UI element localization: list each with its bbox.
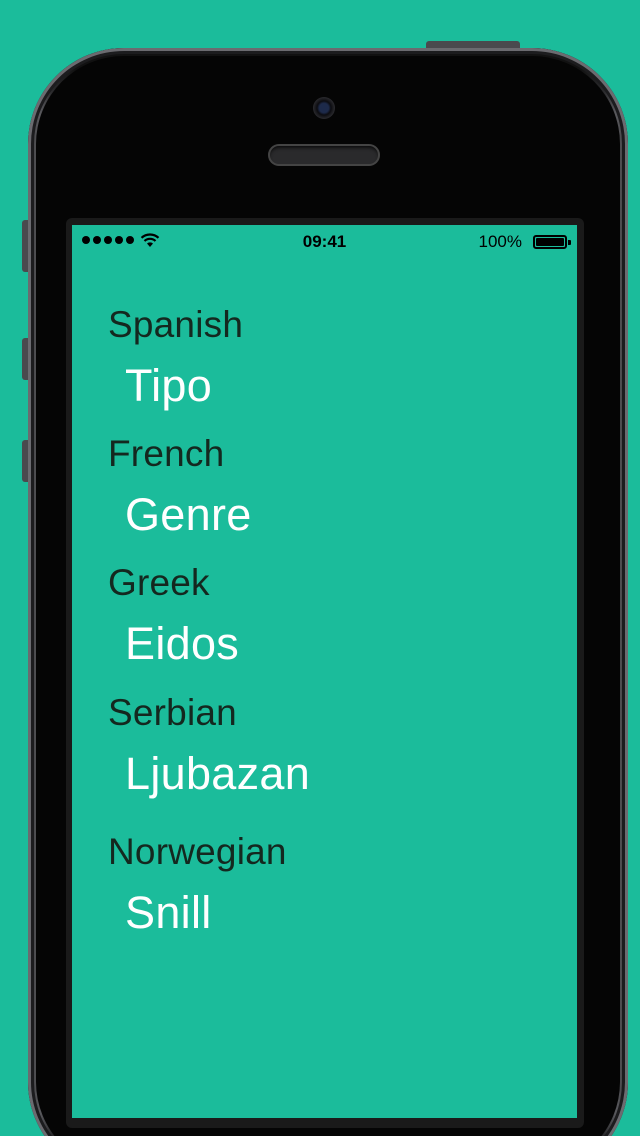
translated-word: Snill (125, 887, 212, 938)
list-item: Spanish Tipo (108, 303, 557, 432)
battery-icon (533, 235, 571, 249)
list-item: Greek Eidos (108, 561, 557, 691)
language-label: Norwegian (108, 831, 287, 872)
translated-word: Tipo (125, 360, 213, 411)
language-label: Greek (108, 562, 210, 603)
list-item: Norwegian Snill (108, 830, 557, 960)
translated-word: Ljubazan (125, 748, 311, 799)
front-camera-icon (313, 97, 335, 119)
language-label: Serbian (108, 692, 237, 733)
battery-percent: 100% (478, 232, 522, 251)
translation-list: Spanish Tipo French Genre Greek Eidos Se… (108, 303, 557, 960)
screen: 09:41 100% Spanish Tipo French Genre Gre… (72, 225, 577, 1118)
list-item: Serbian Ljubazan (108, 691, 557, 830)
earpiece-speaker-icon (268, 144, 380, 166)
list-item: French Genre (108, 432, 557, 561)
status-bar: 09:41 100% (72, 225, 577, 259)
language-label: Spanish (108, 304, 244, 345)
language-label: French (108, 433, 225, 474)
app-stage: 09:41 100% Spanish Tipo French Genre Gre… (0, 0, 640, 1136)
translated-word: Genre (125, 489, 252, 540)
translated-word: Eidos (125, 618, 240, 669)
